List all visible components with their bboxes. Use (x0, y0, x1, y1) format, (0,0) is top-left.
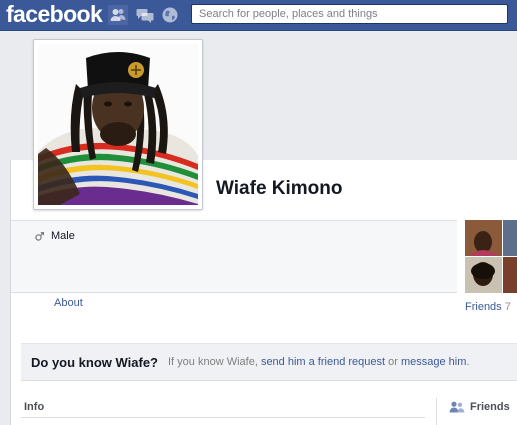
profile-name[interactable]: Wiafe Kimono (216, 178, 343, 200)
do-you-know-title: Do you know Wiafe? (31, 354, 158, 370)
profile-photo (38, 44, 198, 205)
facebook-logo[interactable]: facebook (6, 1, 103, 27)
info-divider (21, 417, 425, 418)
know-text-before: If you know Wiafe, (168, 356, 258, 368)
send-friend-request-link[interactable]: send him a friend request (261, 356, 385, 368)
friends-thumbnails[interactable] (465, 220, 517, 293)
friend-requests-icon[interactable] (108, 5, 128, 25)
friends-count: 7 (504, 301, 511, 313)
profile-picture[interactable] (33, 39, 203, 210)
search-input[interactable] (191, 4, 508, 24)
know-text-end: . (466, 356, 470, 368)
do-you-know-text: If you know Wiafe, send him a friend req… (168, 356, 469, 368)
globe-icon[interactable] (160, 5, 180, 25)
intro-box: Male (11, 220, 457, 293)
messages-icon[interactable] (135, 5, 155, 25)
column-divider (436, 398, 437, 425)
gender-label: Male (51, 230, 75, 242)
know-text-or: or (388, 356, 398, 368)
gender-row: Male (35, 230, 75, 242)
friends-icon (449, 401, 465, 413)
friends-link-label[interactable]: Friends (465, 301, 502, 313)
top-bar: facebook (0, 0, 517, 31)
friends-section-title[interactable]: Friends (470, 401, 510, 413)
info-section-title: Info (24, 401, 45, 413)
do-you-know-box: Do you know Wiafe? If you know Wiafe, se… (21, 343, 517, 381)
friends-section-header[interactable]: Friends (449, 401, 510, 413)
about-tab[interactable]: About (54, 297, 83, 309)
friend-thumbnail (503, 220, 517, 256)
message-him-link[interactable]: message him (401, 356, 466, 368)
male-icon (35, 231, 44, 241)
friends-link[interactable]: Friends 7 (465, 301, 511, 313)
friend-thumbnail (503, 257, 517, 293)
